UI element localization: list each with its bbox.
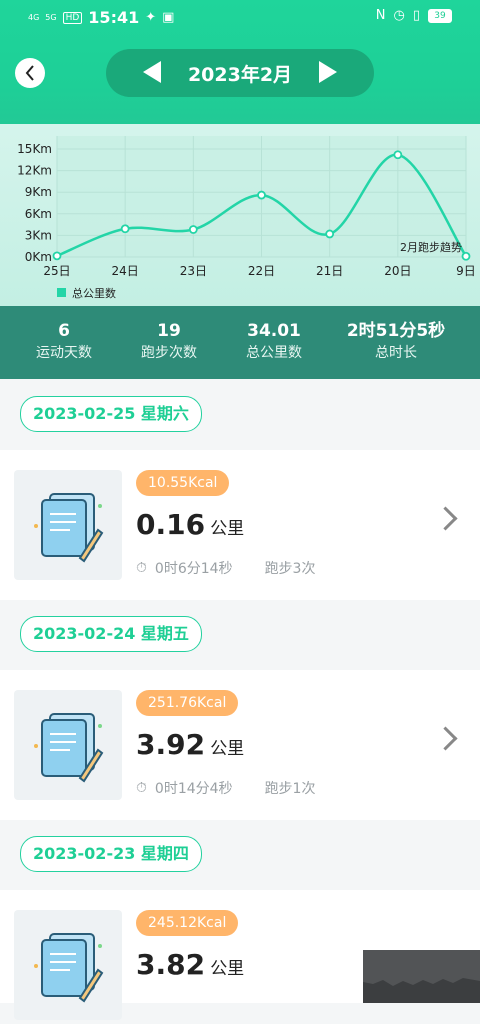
current-month: 2023年2月 — [187, 63, 293, 86]
date-header: 2023-02-24 星期五 — [0, 600, 480, 670]
date-header: 2023-02-23 星期四 — [0, 820, 480, 890]
x-tick-label: 22日 — [248, 264, 275, 278]
x-tick-label: 25日 — [43, 264, 70, 278]
data-point — [461, 251, 471, 261]
signal-5g: 5G — [45, 12, 57, 22]
stat-label: 总时长 — [375, 345, 417, 361]
data-point — [120, 224, 130, 234]
y-tick-label: 9Km — [25, 185, 52, 199]
y-tick-label: 0Km — [25, 250, 52, 264]
date-chip: 2023-02-25 星期六 — [20, 396, 202, 432]
notebook-icon — [14, 690, 122, 800]
kcal-badge: 245.12Kcal — [136, 910, 239, 936]
month-selector: 2023年2月 — [106, 49, 374, 97]
data-point — [52, 251, 62, 261]
stat-value: 19 — [157, 321, 181, 341]
stat-label: 总公里数 — [246, 345, 302, 361]
header: 4G 5G HD 15:41 ✦ ▣ N ◷ ▯ 39 2023年2月 — [0, 0, 480, 124]
distance: 0.16 公里 — [136, 508, 244, 541]
chevron-right-icon[interactable] — [433, 506, 458, 531]
alarm-icon: ◷ — [393, 8, 405, 23]
chevron-right-icon[interactable] — [433, 726, 458, 751]
stat-distance: 34.01 总公里数 — [214, 320, 334, 364]
notebook-icon — [14, 910, 122, 1020]
y-tick-label: 6Km — [25, 207, 52, 221]
floating-overlay — [363, 950, 480, 1003]
prev-month-button[interactable] — [143, 61, 161, 83]
duration: 0时6分14秒 — [154, 561, 233, 577]
x-tick-label: 20日 — [384, 264, 411, 278]
battery-indicator: 39 — [428, 8, 452, 23]
kcal-badge: 251.76Kcal — [136, 690, 239, 716]
distance: 3.92 公里 — [136, 728, 244, 761]
data-point — [393, 150, 403, 160]
stat-label: 跑步次数 — [141, 345, 197, 361]
stat-duration: 2时51分5秒 总时长 — [336, 320, 456, 364]
chart-annotation: 2月跑步趋势 — [400, 240, 462, 254]
stat-value: 2时51分5秒 — [346, 321, 446, 341]
stat-days: 6 运动天数 — [4, 320, 124, 364]
stats-bar: 6 运动天数 19 跑步次数 34.01 总公里数 2时51分5秒 总时长 — [0, 306, 480, 379]
distance-value: 0.16 — [136, 508, 206, 541]
legend-swatch — [57, 288, 66, 297]
distance-value: 3.82 — [136, 948, 206, 981]
hd-badge: HD — [62, 11, 83, 24]
app-icon: ▣ — [162, 10, 175, 25]
status-bar: 4G 5G HD 15:41 ✦ ▣ N ◷ ▯ 39 — [0, 0, 480, 34]
next-month-button[interactable] — [319, 61, 337, 83]
run-meta: ⏱ 0时14分4秒 跑步1次 — [136, 778, 315, 798]
x-tick-label: 21日 — [316, 264, 343, 278]
status-time: 15:41 — [88, 8, 140, 27]
android-icon: ✦ — [145, 10, 157, 25]
run-card[interactable]: 10.55Kcal 0.16 公里 ⏱ 0时6分14秒 跑步3次 — [0, 450, 480, 600]
stat-runs: 19 跑步次数 — [109, 320, 229, 364]
x-tick-label: 24日 — [112, 264, 139, 278]
legend-label: 总公里数 — [72, 286, 116, 300]
chart-svg: 15Km 12Km 9Km 6Km 3Km 0Km25日 24日 23日 22日 21日 20日 9日… — [17, 136, 476, 300]
run-card[interactable]: 251.76Kcal 3.92 公里 ⏱ 0时14分4秒 跑步1次 — [0, 670, 480, 820]
stopwatch-icon: ⏱ — [136, 780, 147, 796]
kcal-badge: 10.55Kcal — [136, 470, 230, 496]
run-count: 跑步1次 — [264, 781, 316, 797]
signal-4g: 4G — [28, 12, 40, 22]
data-point — [325, 229, 335, 239]
x-tick-label: 23日 — [180, 264, 207, 278]
data-point — [188, 225, 198, 234]
duration: 0时14分4秒 — [154, 781, 233, 797]
notebook-icon — [14, 470, 122, 580]
distance-unit: 公里 — [210, 739, 245, 759]
vibrate-icon: ▯ — [412, 8, 420, 23]
distance-unit: 公里 — [210, 519, 245, 539]
chevron-left-icon — [25, 65, 34, 81]
y-tick-label: 12Km — [17, 164, 52, 178]
date-chip: 2023-02-24 星期五 — [20, 616, 202, 652]
distance-unit: 公里 — [210, 959, 245, 979]
y-tick-label: 3Km — [25, 228, 52, 242]
distance-chart: 15Km 12Km 9Km 6Km 3Km 0Km 25日 24日 23日 22日 21日 20日 9日… — [0, 124, 480, 306]
back-button[interactable] — [15, 58, 45, 88]
y-tick-label: 15Km — [17, 142, 52, 156]
distance: 3.82 公里 — [136, 948, 244, 981]
stat-label: 运动天数 — [36, 345, 92, 361]
data-point — [257, 190, 266, 200]
date-chip: 2023-02-23 星期四 — [20, 836, 202, 872]
x-tick-label: 9日 — [456, 264, 476, 278]
distance-value: 3.92 — [136, 728, 206, 761]
nfc-icon: N — [375, 8, 386, 23]
stat-value: 6 — [58, 321, 70, 341]
date-header: 2023-02-25 星期六 — [0, 380, 480, 450]
stopwatch-icon: ⏱ — [136, 560, 147, 576]
run-meta: ⏱ 0时6分14秒 跑步3次 — [136, 558, 315, 578]
run-count: 跑步3次 — [264, 561, 316, 577]
stat-value: 34.01 — [247, 321, 301, 341]
